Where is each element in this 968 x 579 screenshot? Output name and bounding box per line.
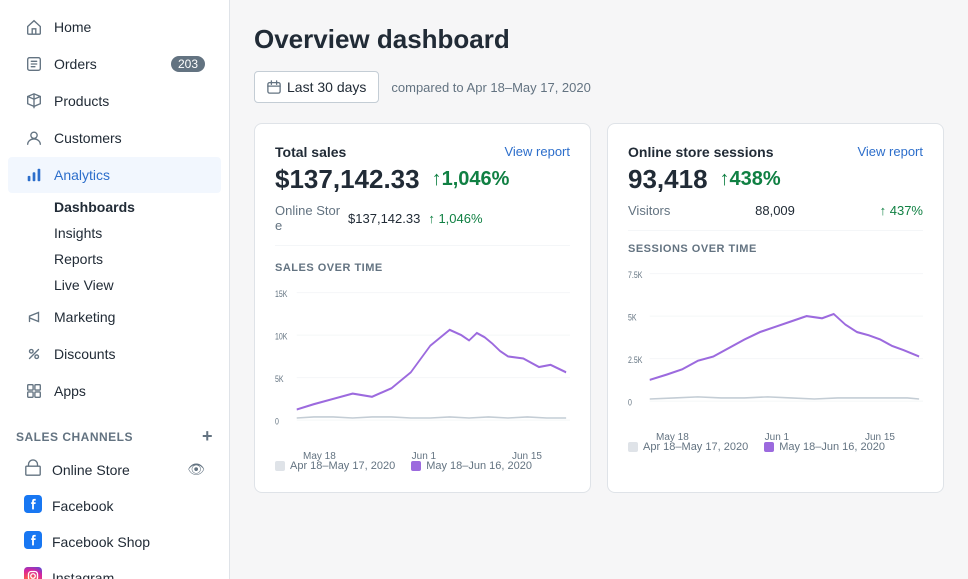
sidebar-item-home-label: Home	[54, 19, 205, 35]
sessions-change: ↑438%	[720, 168, 781, 191]
total-sales-header: Total sales View report	[275, 144, 570, 160]
sessions-legend-dot-prev	[628, 442, 638, 452]
channel-online-store-label: Online Store	[52, 462, 177, 478]
marketing-icon	[24, 307, 44, 327]
discounts-icon	[24, 344, 44, 364]
sidebar-item-apps-label: Apps	[54, 383, 205, 399]
instagram-icon	[24, 567, 42, 579]
sessions-view-report[interactable]: View report	[857, 144, 923, 159]
date-picker-button[interactable]: Last 30 days	[254, 71, 379, 103]
channel-facebook-shop[interactable]: Facebook Shop	[8, 524, 221, 559]
page-title: Overview dashboard	[254, 24, 944, 55]
sidebar-item-discounts[interactable]: Discounts	[8, 336, 221, 372]
visitors-change: ↑ 437%	[880, 203, 923, 218]
total-sales-view-report[interactable]: View report	[504, 144, 570, 159]
sub-item-insights[interactable]: Insights	[46, 220, 229, 246]
svg-text:10K: 10K	[275, 330, 288, 341]
sessions-title: Online store sessions	[628, 144, 774, 160]
total-sales-sub-value: $137,142.33	[348, 211, 420, 226]
total-sales-sub-label: Online Store	[275, 203, 340, 233]
sidebar-item-customers[interactable]: Customers	[8, 120, 221, 156]
sessions-main: 93,418 ↑438%	[628, 164, 923, 195]
sales-chart: 15K 10K 5K 0 May 18 Jun	[275, 282, 570, 452]
analytics-icon	[24, 165, 44, 185]
sessions-legend-dot-curr	[764, 442, 774, 452]
sidebar-item-orders[interactable]: Orders 203	[8, 46, 221, 82]
svg-text:7.5K: 7.5K	[628, 269, 643, 280]
home-icon	[24, 17, 44, 37]
sub-item-liveview[interactable]: Live View	[46, 272, 229, 298]
sales-channels-header: SALES CHANNELS +	[0, 410, 229, 451]
cards-row: Total sales View report $137,142.33 ↑1,0…	[254, 123, 944, 493]
sidebar-item-orders-label: Orders	[54, 56, 161, 72]
sessions-card: Online store sessions View report 93,418…	[607, 123, 944, 493]
sessions-x-may18: May 18	[656, 432, 689, 443]
channel-facebook[interactable]: Facebook	[8, 488, 221, 523]
svg-text:15K: 15K	[275, 288, 288, 299]
sidebar-item-marketing[interactable]: Marketing	[8, 299, 221, 335]
total-sales-value: $137,142.33	[275, 164, 420, 195]
sidebar-item-customers-label: Customers	[54, 130, 205, 146]
add-channel-icon[interactable]: +	[202, 426, 213, 447]
total-sales-title: Total sales	[275, 144, 346, 160]
sidebar-item-analytics[interactable]: Analytics	[8, 157, 221, 193]
svg-text:5K: 5K	[628, 311, 637, 322]
legend-dot-prev	[275, 461, 285, 471]
date-compare: compared to Apr 18–May 17, 2020	[391, 80, 590, 95]
facebook-icon	[24, 495, 42, 516]
total-sales-card: Total sales View report $137,142.33 ↑1,0…	[254, 123, 591, 493]
x-label-jun1: Jun 1	[412, 451, 436, 462]
customers-icon	[24, 128, 44, 148]
sidebar: Home Orders 203 Products Customers Analy…	[0, 0, 230, 579]
sessions-x-jun1: Jun 1	[765, 432, 789, 443]
channel-instagram-label: Instagram	[52, 570, 205, 579]
channel-facebook-label: Facebook	[52, 498, 205, 514]
visitors-row: Visitors 88,009 ↑ 437%	[628, 203, 923, 231]
analytics-subitems: Dashboards Insights Reports Live View	[46, 194, 229, 298]
visitors-value: 88,009	[755, 203, 795, 218]
date-picker-label: Last 30 days	[287, 79, 366, 95]
sidebar-item-analytics-label: Analytics	[54, 167, 205, 183]
svg-text:0: 0	[275, 415, 279, 426]
sessions-value: 93,418	[628, 164, 708, 195]
sales-chart-label: SALES OVER TIME	[275, 262, 570, 274]
svg-text:5K: 5K	[275, 373, 284, 384]
facebook-shop-icon	[24, 531, 42, 552]
x-label-jun15: Jun 15	[512, 451, 542, 462]
sidebar-item-home[interactable]: Home	[8, 9, 221, 45]
eye-icon[interactable]: 👁	[187, 461, 205, 478]
sidebar-item-products[interactable]: Products	[8, 83, 221, 119]
sidebar-item-apps[interactable]: Apps	[8, 373, 221, 409]
total-sales-sub: Online Store $137,142.33 ↑ 1,046%	[275, 203, 570, 246]
visitors-label: Visitors	[628, 203, 670, 218]
channel-online-store[interactable]: Online Store 👁	[8, 452, 221, 487]
orders-icon	[24, 54, 44, 74]
sessions-chart: 7.5K 5K 2.5K 0 May 18 Jun 1 Jun 15	[628, 263, 923, 433]
products-icon	[24, 91, 44, 111]
sub-item-dashboards[interactable]: Dashboards	[46, 194, 229, 220]
total-sales-change: ↑1,046%	[432, 168, 510, 191]
sub-item-reports[interactable]: Reports	[46, 246, 229, 272]
total-sales-main: $137,142.33 ↑1,046%	[275, 164, 570, 195]
orders-badge: 203	[171, 56, 205, 72]
channel-facebook-shop-label: Facebook Shop	[52, 534, 205, 550]
sessions-chart-label: SESSIONS OVER TIME	[628, 243, 923, 255]
total-sales-sub-change: ↑ 1,046%	[428, 211, 482, 226]
store-icon	[24, 459, 42, 480]
date-bar: Last 30 days compared to Apr 18–May 17, …	[254, 71, 944, 103]
legend-dot-curr	[411, 461, 421, 471]
svg-text:2.5K: 2.5K	[628, 354, 643, 365]
sessions-header: Online store sessions View report	[628, 144, 923, 160]
sidebar-item-marketing-label: Marketing	[54, 309, 205, 325]
sessions-x-jun15: Jun 15	[865, 432, 895, 443]
channel-instagram[interactable]: Instagram	[8, 560, 221, 579]
x-label-may18: May 18	[303, 451, 336, 462]
sidebar-item-products-label: Products	[54, 93, 205, 109]
svg-text:0: 0	[628, 396, 632, 407]
main-content: Overview dashboard Last 30 days compared…	[230, 0, 968, 579]
apps-icon	[24, 381, 44, 401]
sidebar-item-discounts-label: Discounts	[54, 346, 205, 362]
